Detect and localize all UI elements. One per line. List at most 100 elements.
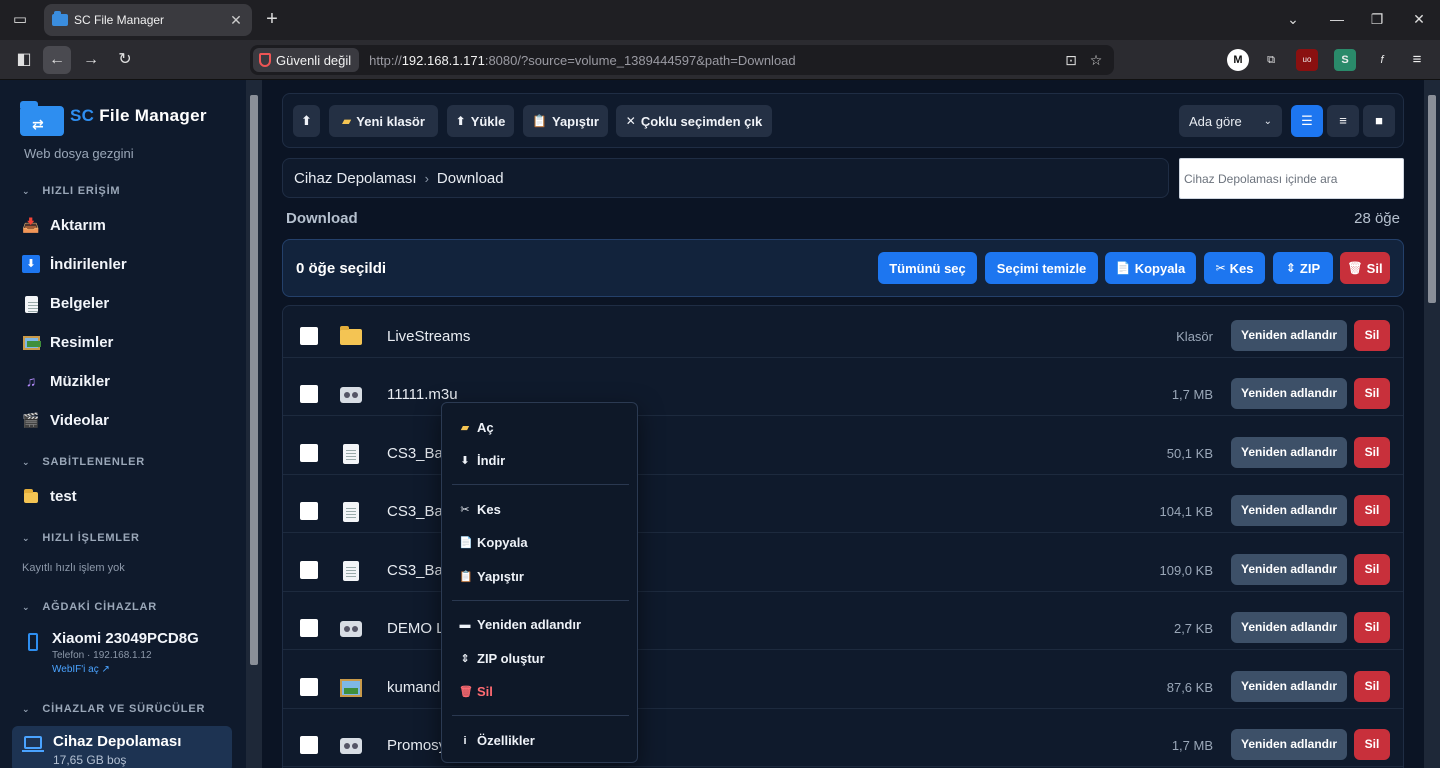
tab-overview-icon[interactable]: ▭ [8,8,32,32]
delete-button[interactable]: Sil [1354,612,1390,643]
section-quick-ops[interactable]: ⌄ HIZLI İŞLEMLER [22,532,140,544]
delete-button[interactable]: Sil [1354,554,1390,585]
sidebar-item-transfer[interactable]: 📥 Aktarım [22,216,106,234]
menu-item-cut[interactable]: ✂ Kes [459,502,500,517]
rename-button[interactable]: Yeniden adlandır [1231,612,1347,643]
file-name[interactable]: 11111.m3u [387,386,458,403]
file-size: 2,7 KB [1173,621,1213,636]
menu-item-download[interactable]: ⬇ İndir [459,453,505,468]
delete-button[interactable]: Sil [1354,320,1390,351]
sidebar-item-documents[interactable]: Belgeler [22,294,109,313]
rename-button[interactable]: Yeniden adlandır [1231,320,1347,351]
window-close-button[interactable]: ✕ [1408,8,1430,30]
rename-button[interactable]: Yeniden adlandır [1231,495,1347,526]
restore-button[interactable]: ❐ [1366,8,1388,30]
grid-view-button[interactable]: ■ [1363,105,1395,137]
up-button[interactable]: ⬆ [293,105,320,137]
file-name[interactable]: DEMO L [387,620,445,637]
sidebar-item-music[interactable]: ♫ Müzikler [22,372,110,390]
bookmark-star-icon[interactable]: ☆ [1085,49,1107,71]
url-text[interactable]: http://192.168.1.171:8080/?source=volume… [369,53,795,68]
new-tab-button[interactable]: + [262,8,282,32]
extensions-puzzle-icon[interactable]: ⧉ [1260,49,1282,71]
delete-button[interactable]: Sil [1354,495,1390,526]
extension-s-icon[interactable]: S [1334,49,1356,71]
row-checkbox[interactable] [300,385,318,403]
sidebar-item-device-storage[interactable]: Cihaz Depolaması 17,65 GB boş [12,726,232,768]
cut-selected-button[interactable]: ✂ Kes [1204,252,1265,284]
file-name[interactable]: CS3_Ba [387,445,443,462]
section-quick-access[interactable]: ⌄ HIZLI ERİŞİM [22,185,120,197]
delete-button[interactable]: Sil [1354,437,1390,468]
list-view-button[interactable]: ☰ [1291,105,1323,137]
row-checkbox[interactable] [300,327,318,345]
breadcrumb-current[interactable]: Download [437,170,504,187]
ublock-icon[interactable]: uo [1296,49,1318,71]
file-name[interactable]: kumanda [387,679,449,696]
sidebar-item-pictures[interactable]: Resimler [22,333,113,351]
row-checkbox[interactable] [300,678,318,696]
row-checkbox[interactable] [300,444,318,462]
delete-button[interactable]: Sil [1354,729,1390,760]
sidebar-toggle-icon[interactable]: ◧ [10,46,38,74]
menu-item-paste[interactable]: 📋 Yapıştır [459,569,524,584]
row-checkbox[interactable] [300,736,318,754]
sidebar-item-test[interactable]: test [22,487,77,505]
zip-selected-button[interactable]: ⇕ ZIP [1273,252,1333,284]
browser-tab[interactable]: SC File Manager ✕ [44,4,252,36]
menu-item-properties[interactable]: i Özellikler [459,733,534,748]
file-name[interactable]: CS3_Ba [387,503,443,520]
back-button[interactable]: ← [43,46,71,74]
clear-selection-button[interactable]: Seçimi temizle [985,252,1098,284]
section-drives[interactable]: ⌄ CİHAZLAR VE SÜRÜCÜLER [22,703,205,715]
file-name[interactable]: Promosy [387,737,446,754]
reload-button[interactable]: ↻ [111,46,139,74]
security-indicator[interactable]: Güvenli değil [253,48,360,72]
copy-selected-button[interactable]: 📄 Kopyala [1105,252,1196,284]
rename-button[interactable]: Yeniden adlandır [1231,378,1347,409]
delete-button[interactable]: Sil [1354,378,1390,409]
extension-m-icon[interactable]: M [1227,49,1249,71]
rename-button[interactable]: Yeniden adlandır [1231,671,1347,702]
open-webif-link[interactable]: WebIF'i aç ↗ [52,664,110,675]
tab-list-chevron-icon[interactable]: ⌄ [1282,8,1304,30]
sidebar-item-videos[interactable]: 🎬 Videolar [22,411,109,429]
delete-button[interactable]: Sil [1354,671,1390,702]
menu-item-delete[interactable]: 🗑 Sil [459,684,493,699]
section-pinned[interactable]: ⌄ SABİTLENENLER [22,456,145,468]
rename-button[interactable]: Yeniden adlandır [1231,554,1347,585]
section-network-devices[interactable]: ⌄ AĞDAKİ CİHAZLAR [22,601,157,613]
breadcrumb-root[interactable]: Cihaz Depolaması [294,170,417,187]
address-bar[interactable]: Güvenli değil http://192.168.1.171:8080/… [250,45,1114,75]
install-app-icon[interactable]: ⊡ [1060,49,1082,71]
sidebar-item-downloads[interactable]: ⬇ İndirilenler [22,255,127,273]
menu-item-rename[interactable]: ▬ Yeniden adlandır [459,617,582,632]
rename-button[interactable]: Yeniden adlandır [1231,729,1347,760]
new-folder-button[interactable]: ▰ Yeni klasör [329,105,438,137]
select-all-button[interactable]: Tümünü seç [878,252,977,284]
rename-button[interactable]: Yeniden adlandır [1231,437,1347,468]
file-name[interactable]: LiveStreams [387,328,470,345]
main-scroll-thumb[interactable] [1428,95,1436,303]
minimize-button[interactable]: — [1326,8,1348,30]
row-checkbox[interactable] [300,502,318,520]
file-row[interactable]: LiveStreams Klasör Yeniden adlandır Sil [283,306,1403,358]
menu-item-zip[interactable]: ⇕ ZIP oluştur [459,651,544,666]
paste-button[interactable]: 📋 Yapıştır [523,105,608,137]
search-input[interactable] [1179,158,1404,199]
close-tab-icon[interactable]: ✕ [228,12,244,29]
file-name[interactable]: CS3_Ba [387,562,443,579]
sort-select[interactable]: Ada göre ⌄ [1179,105,1282,137]
sidebar-scroll-thumb[interactable] [250,95,258,665]
menu-item-open[interactable]: ▰ Aç [459,420,494,435]
row-checkbox[interactable] [300,619,318,637]
extension-f-icon[interactable]: f [1371,49,1393,71]
forward-button[interactable]: → [77,46,105,74]
menu-item-copy[interactable]: 📄 Kopyala [459,535,528,550]
compact-view-button[interactable]: ≡ [1327,105,1359,137]
row-checkbox[interactable] [300,561,318,579]
exit-multi-select-button[interactable]: ✕ Çoklu seçimden çık [616,105,772,137]
delete-selected-button[interactable]: 🗑 Sil [1340,252,1390,284]
upload-button[interactable]: ⬆ Yükle [447,105,514,137]
browser-menu-icon[interactable]: ≡ [1406,49,1428,71]
